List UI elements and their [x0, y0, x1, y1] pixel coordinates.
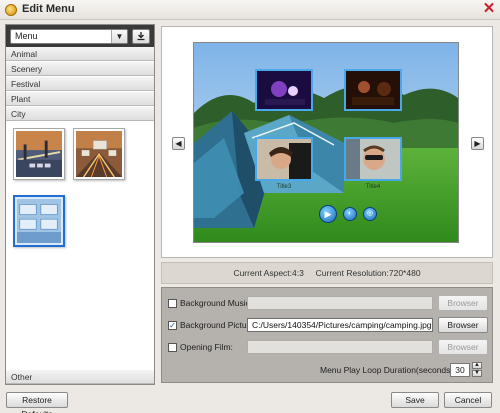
next-page-arrow-icon[interactable]: ▶	[471, 137, 484, 150]
menu-type-select[interactable]: Menu ▼	[10, 29, 128, 44]
concert-thumbnail	[257, 71, 311, 109]
title-label-4: Title4	[365, 184, 381, 190]
background-music-browse-button[interactable]: Browser	[438, 295, 488, 311]
template-thumb-city-traffic[interactable]	[73, 128, 125, 180]
chapters-icon[interactable]: ◎	[363, 207, 377, 221]
menu-toolbar: Menu ▼	[6, 25, 154, 47]
title-box-4[interactable]	[344, 137, 402, 181]
loop-duration-input[interactable]: 30	[450, 363, 470, 377]
category-city[interactable]: City	[6, 107, 154, 121]
save-button[interactable]: Save	[391, 392, 439, 408]
title-bar: Edit Menu ✕	[0, 0, 500, 20]
spin-up-icon[interactable]: ▲	[472, 362, 482, 369]
title-label-3: Title3	[276, 184, 292, 190]
category-plant[interactable]: Plant	[6, 92, 154, 106]
category-festival[interactable]: Festival	[6, 77, 154, 91]
previous-page-arrow-icon[interactable]: ◀	[172, 137, 185, 150]
stage-thumbnail	[346, 71, 400, 109]
background-picture-browse-button[interactable]: Browser	[438, 317, 488, 333]
background-music-field	[247, 296, 433, 310]
background-picture-label: Background Picture:	[180, 320, 257, 330]
play-icon[interactable]: ▶	[319, 205, 337, 223]
aspect-resolution-info: Current Aspect:4:3 Current Resolution:72…	[161, 262, 493, 284]
close-icon[interactable]: ✕	[481, 1, 497, 17]
menu-settings-panel: Background Music: Browser ✓ Background P…	[161, 287, 493, 383]
background-music-checkbox[interactable]	[168, 299, 177, 308]
title-box-1[interactable]	[255, 69, 313, 111]
template-thumb-city-bridge[interactable]	[13, 128, 65, 180]
spin-down-icon[interactable]: ▼	[472, 370, 482, 377]
download-icon[interactable]	[132, 29, 150, 44]
cancel-button[interactable]: Cancel	[444, 392, 492, 408]
background-music-label: Background Music:	[180, 298, 253, 308]
sunglasses-thumbnail	[346, 139, 400, 179]
opening-film-label: Opening Film:	[180, 342, 233, 352]
loop-duration-label: Menu Play Loop Duration(seconds):	[320, 365, 456, 375]
city-traffic-image	[76, 131, 122, 178]
opening-film-field	[247, 340, 433, 354]
person-thumbnail	[257, 139, 311, 179]
background-picture-path-input[interactable]: C:/Users/140354/Pictures/camping/camping…	[247, 318, 433, 332]
category-animal[interactable]: Animal	[6, 47, 154, 61]
title-box-3[interactable]	[255, 137, 313, 181]
background-picture-path: C:/Users/140354/Pictures/camping/camping…	[252, 320, 432, 330]
menu-type-value: Menu	[15, 31, 38, 41]
template-thumb-city-blue[interactable]	[13, 195, 65, 247]
title-box-2[interactable]	[344, 69, 402, 111]
category-scenery[interactable]: Scenery	[6, 62, 154, 76]
app-logo-icon	[5, 4, 17, 16]
window-title: Edit Menu	[22, 3, 75, 15]
menu-template-panel: Menu ▼ Animal Scenery Festival Plant Cit…	[5, 24, 155, 385]
restore-defaults-button[interactable]: Restore Defaults	[6, 392, 68, 413]
chevron-down-icon[interactable]: ▼	[111, 30, 127, 43]
opening-film-browse-button[interactable]: Browser	[438, 339, 488, 355]
city-bridge-image	[16, 131, 62, 177]
opening-film-checkbox[interactable]	[168, 343, 177, 352]
background-picture-checkbox[interactable]: ✓	[168, 321, 177, 330]
city-blue-image	[17, 199, 61, 243]
category-other[interactable]: Other	[6, 370, 154, 384]
menu-preview-canvas: Title3 Title4 ▶ ◐ ◎	[194, 43, 458, 242]
scenes-icon[interactable]: ◐	[343, 207, 357, 221]
menu-preview-panel: ◀ ▶ Title3 Title4 ▶ ◐ ◎	[161, 26, 493, 258]
